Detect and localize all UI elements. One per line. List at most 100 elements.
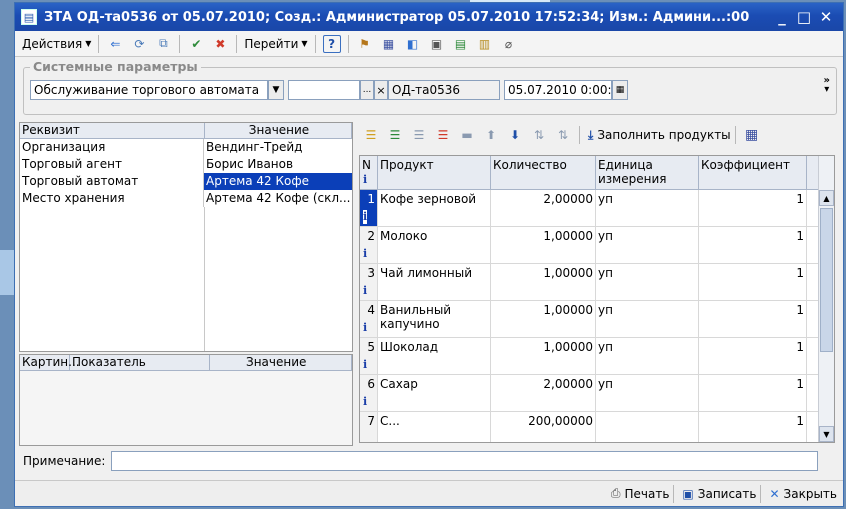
- header-unit: Единица измерения: [596, 156, 699, 189]
- quantity-cell: 200,00000: [491, 412, 596, 442]
- unit-cell: уп: [596, 227, 699, 263]
- unit-cell: уп: [596, 375, 699, 411]
- row-number-label: 4: [367, 303, 375, 317]
- unit-cell: уп: [596, 338, 699, 374]
- row-number: 5i: [360, 338, 378, 374]
- journal-icon[interactable]: ◧: [404, 35, 422, 53]
- doc-number-field[interactable]: ОД-та0536: [388, 80, 500, 100]
- minimize-button[interactable]: _: [771, 8, 793, 26]
- edit-row-icon[interactable]: ☰: [409, 126, 429, 144]
- save-icon: ▣: [682, 486, 694, 501]
- operation-type-field[interactable]: Обслуживание торгового автомата: [30, 80, 268, 100]
- coefficient-cell: 1: [699, 190, 807, 226]
- table-row[interactable]: Место хранения Артема 42 Кофе (скл...: [20, 190, 352, 207]
- maximize-button[interactable]: □: [793, 8, 815, 26]
- table-row[interactable]: 6i Сахар 2,00000 уп 1: [360, 375, 834, 412]
- table-row[interactable]: Торговый агент Борис Иванов: [20, 156, 352, 173]
- quantity-cell: 1,00000: [491, 338, 596, 374]
- save-button[interactable]: ▣ Записать: [682, 487, 756, 501]
- quantity-cell: 1,00000: [491, 227, 596, 263]
- indicators-header: Картин... Показатель Значение: [20, 355, 352, 371]
- coefficient-cell: 1: [699, 412, 807, 442]
- print-button[interactable]: ⎙ Печать: [611, 486, 670, 501]
- row-number: 3i: [360, 264, 378, 300]
- table-row[interactable]: 7 С... 200,00000 1: [360, 412, 834, 442]
- refresh-icon[interactable]: ⟳: [130, 35, 148, 53]
- operation-type-dropdown[interactable]: ▼: [268, 80, 284, 100]
- calendar-picker-icon[interactable]: ▦: [612, 80, 628, 100]
- requisite-name: Организация: [20, 139, 204, 156]
- product-cell: Ванильный капучино: [378, 301, 491, 337]
- clear-button[interactable]: ×: [374, 80, 388, 100]
- requisites-header: Реквизит Значение: [20, 123, 352, 139]
- row-number-label: 1: [367, 192, 375, 206]
- toolbar-separator: [734, 126, 736, 144]
- main-toolbar: Действия ▼ ⇐ ⟳ ⧉ ✔ ✖ Перейти ▼ ? ⚑ ▦ ◧ ▣…: [15, 31, 843, 57]
- vertical-scrollbar[interactable]: ▲ ▼: [818, 156, 834, 442]
- move-down-icon[interactable]: ⬇: [505, 126, 525, 144]
- product-cell: Молоко: [378, 227, 491, 263]
- sort-asc-icon[interactable]: ⇅: [529, 126, 549, 144]
- books-icon[interactable]: ▥: [476, 35, 494, 53]
- header-quantity: Количество: [491, 156, 596, 189]
- table-row[interactable]: Организация Вендинг-Трейд: [20, 139, 352, 156]
- indicators-table: Картин... Показатель Значение: [19, 354, 353, 446]
- copy-row-icon[interactable]: ☰: [385, 126, 405, 144]
- dropdown-arrow-icon: ▼: [85, 39, 92, 48]
- doc-date-field[interactable]: 05.07.2010 0:00:: [504, 80, 612, 100]
- delete-row-icon[interactable]: ☰: [433, 126, 453, 144]
- table-row-current[interactable]: 1i Кофе зерновой 2,00000 уп 1: [360, 190, 834, 227]
- table-row-selected[interactable]: Торговый автомат Артема 42 Кофе: [20, 173, 352, 190]
- attach-icon[interactable]: ⌀: [500, 35, 518, 53]
- row-number: 7: [360, 412, 378, 442]
- title-bar: ▤ ЗТА ОД-та0536 от 05.07.2010; Созд.: Ад…: [15, 3, 843, 31]
- row-number: 4i: [360, 301, 378, 337]
- unit-cell: уп: [596, 264, 699, 300]
- post-document-icon[interactable]: ✔: [187, 35, 205, 53]
- unit-cell: уп: [596, 190, 699, 226]
- unit-cell: [596, 412, 699, 442]
- move-up-icon[interactable]: ⬆: [481, 126, 501, 144]
- copy-docs-icon[interactable]: ⧉: [154, 35, 172, 53]
- structure-icon[interactable]: ⚑: [356, 35, 374, 53]
- sort-desc-icon[interactable]: ⇅: [553, 126, 573, 144]
- table-icon[interactable]: ▦: [380, 35, 398, 53]
- calendar-icon[interactable]: ▣: [428, 35, 446, 53]
- secondary-field[interactable]: [288, 80, 360, 100]
- footer-separator: [673, 484, 675, 503]
- quantity-cell: 1,00000: [491, 264, 596, 300]
- note-field[interactable]: [111, 451, 819, 471]
- scroll-up-icon[interactable]: ▲: [819, 190, 834, 206]
- unpost-document-icon[interactable]: ✖: [211, 35, 229, 53]
- fill-products-button[interactable]: ⤓ Заполнить продукты: [588, 128, 731, 143]
- close-button[interactable]: ✕ Закрыть: [769, 487, 837, 501]
- system-params-group: Системные параметры Обслуживание торгово…: [23, 59, 837, 115]
- note-label: Примечание:: [23, 454, 106, 468]
- table-row[interactable]: 2i Молоко 1,00000 уп 1: [360, 227, 834, 264]
- row-number-label: 6: [367, 377, 375, 391]
- table-row[interactable]: 5i Шоколад 1,00000 уп 1: [360, 338, 834, 375]
- header-n: N i: [360, 156, 378, 189]
- goto-menu[interactable]: Перейти ▼: [241, 33, 310, 55]
- ellipsis-button[interactable]: ...: [360, 80, 374, 100]
- requisite-name: Торговый автомат: [20, 173, 204, 190]
- toolbar-separator: [579, 126, 580, 144]
- table-row[interactable]: 3i Чай лимонный 1,00000 уп 1: [360, 264, 834, 301]
- actions-menu[interactable]: Действия ▼: [19, 33, 94, 55]
- header-indicator: Показатель: [70, 355, 210, 370]
- add-row-icon[interactable]: ☰: [361, 126, 381, 144]
- scroll-thumb[interactable]: [820, 208, 833, 352]
- requisite-name: Место хранения: [20, 190, 204, 207]
- more-chevron-icon[interactable]: » ▾: [824, 76, 830, 95]
- close-window-button[interactable]: ✕: [815, 8, 837, 26]
- calendar-plus-icon[interactable]: ▤: [452, 35, 470, 53]
- column-divider: [204, 207, 205, 351]
- help-icon[interactable]: ?: [322, 34, 341, 53]
- end-edit-icon[interactable]: ▬: [457, 126, 477, 144]
- back-arrow-icon[interactable]: ⇐: [106, 35, 124, 53]
- table-row[interactable]: 4i Ванильный капучино 1,00000 уп 1: [360, 301, 834, 338]
- row-number-label: 2: [367, 229, 375, 243]
- scroll-down-icon[interactable]: ▼: [819, 426, 834, 442]
- calculator-icon[interactable]: ▦: [742, 126, 762, 144]
- requisite-value: Артема 42 Кофе (скл...: [206, 191, 351, 205]
